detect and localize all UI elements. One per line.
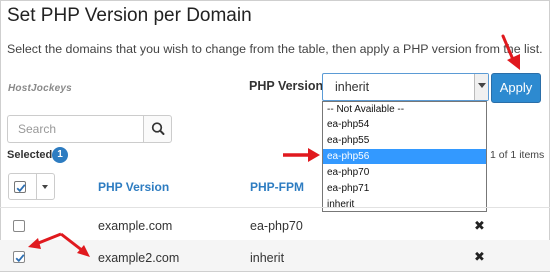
arrow-to-checkbox-icon <box>35 232 62 246</box>
arrowhead-icon <box>308 148 320 162</box>
arrowhead-icon <box>28 238 41 249</box>
arrowhead-icon <box>507 54 520 70</box>
arrow-to-domain-icon <box>60 232 84 253</box>
annotation-arrows <box>28 34 520 257</box>
